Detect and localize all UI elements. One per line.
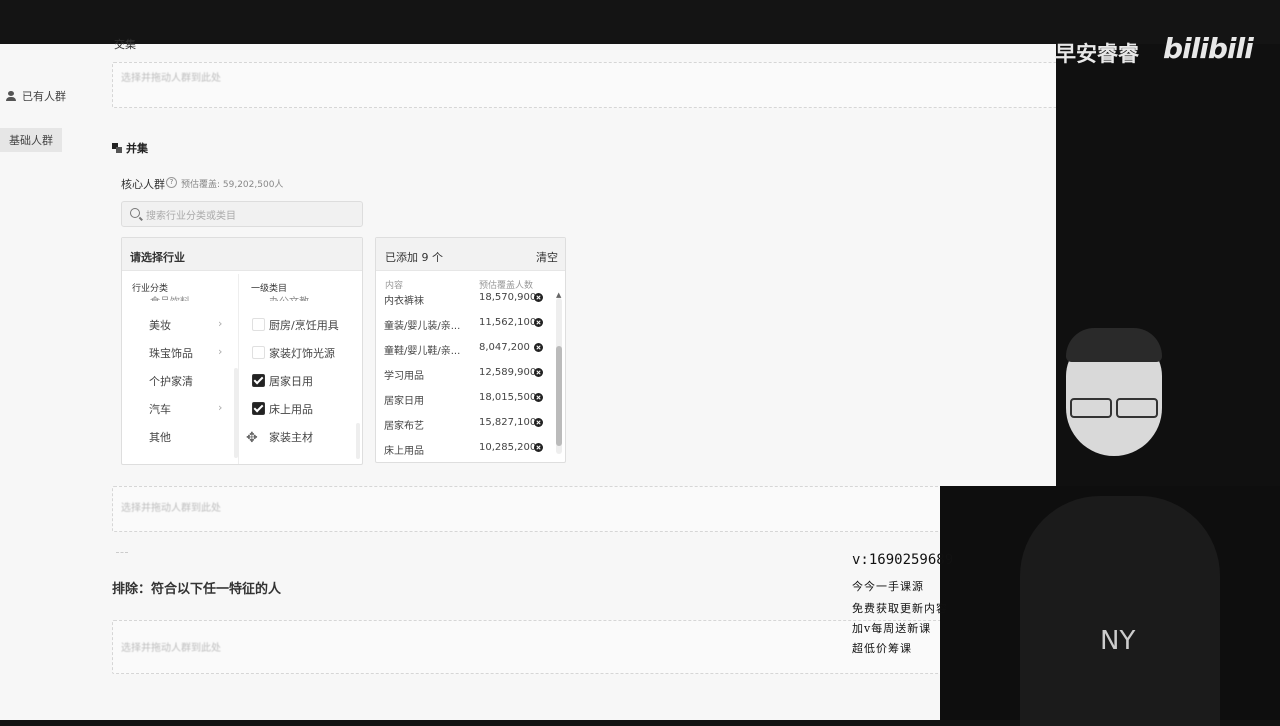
- sidebar-item-label: 已有人群: [22, 90, 66, 103]
- industry-item[interactable]: 美妆: [149, 317, 171, 333]
- selected-row: 居家日用 18,015,500: [384, 392, 546, 407]
- category-item[interactable]: 居家日用: [269, 373, 313, 389]
- selected-header: 已添加 9 个 清空: [376, 238, 565, 271]
- selected-coverage: 15,827,100: [479, 417, 537, 428]
- industry-item[interactable]: 其他: [149, 429, 171, 445]
- selected-count: 已添加 9 个: [385, 251, 443, 264]
- category-item[interactable]: 家装灯饰光源: [269, 345, 335, 361]
- person-icon: [6, 91, 16, 101]
- presenter-overlay: NY: [940, 486, 1280, 726]
- category-checkbox[interactable]: [252, 346, 265, 359]
- clear-all-button[interactable]: 清空: [536, 249, 558, 265]
- union-drop-zone[interactable]: 选择并拖动人群到此处: [112, 486, 942, 532]
- selected-name: 童装/婴儿装/亲...: [384, 321, 461, 332]
- promo-contact: v:1690259689: [852, 552, 954, 568]
- scrollbar-thumb[interactable]: [556, 346, 562, 446]
- industry-scrollbar[interactable]: [234, 368, 238, 458]
- remove-icon[interactable]: [534, 293, 543, 302]
- selected-name: 居家布艺: [384, 421, 424, 432]
- selected-name: 内衣裤袜: [384, 296, 424, 307]
- sidebar-item-existing-audience[interactable]: 已有人群: [6, 88, 66, 104]
- lower-section: 选择并拖动人群到此处 排除：符合以下任一特征的人 选择并拖动人群到此处: [0, 486, 942, 720]
- category-search-input[interactable]: 搜索行业分类或类目: [121, 201, 363, 227]
- industry-item[interactable]: 汽车: [149, 401, 171, 417]
- selected-row: 童装/婴儿装/亲... 11,562,100: [384, 317, 546, 332]
- scroll-up-icon[interactable]: ▲: [556, 291, 561, 299]
- promo-line: 今今一手课源: [852, 580, 924, 593]
- exclude-drop-zone[interactable]: 选择并拖动人群到此处: [112, 620, 942, 674]
- remove-icon[interactable]: [534, 318, 543, 327]
- union-header: 并集: [112, 140, 148, 156]
- remove-icon[interactable]: [534, 443, 543, 452]
- channel-name: 早安睿睿: [1055, 42, 1139, 66]
- selected-name: 童鞋/婴儿鞋/亲...: [384, 346, 461, 357]
- remove-icon[interactable]: [534, 393, 543, 402]
- promo-line: 加v每周送新课: [852, 622, 932, 635]
- union-icon: [112, 143, 122, 153]
- selected-coverage: 18,570,900: [479, 292, 537, 303]
- selected-coverage: 10,285,200: [479, 442, 537, 453]
- logo-on-shirt: NY: [1100, 626, 1136, 656]
- industry-selector-header: 请选择行业: [122, 238, 362, 271]
- union-title: 并集: [126, 142, 148, 155]
- move-cursor-icon: ✥: [246, 430, 258, 446]
- search-placeholder: 搜索行业分类或类目: [146, 211, 236, 222]
- remove-icon[interactable]: [534, 368, 543, 377]
- remove-icon[interactable]: [534, 343, 543, 352]
- sidebar-item-basic-audience[interactable]: 基础人群: [0, 128, 62, 152]
- category-item[interactable]: 家装主材: [269, 429, 313, 445]
- selected-row: 内衣裤袜 18,570,900: [384, 292, 546, 307]
- industry-item[interactable]: 珠宝饰品: [149, 345, 193, 361]
- content-column-header: 内容: [385, 281, 404, 291]
- remove-icon[interactable]: [534, 418, 543, 427]
- selected-coverage: 12,589,900: [479, 367, 537, 378]
- industry-selector: 请选择行业 行业分类 一级类目 食品饮料 美妆 › 珠宝饰品 › 个护家清 汽车…: [121, 237, 363, 465]
- industry-item[interactable]: 食品饮料: [150, 293, 190, 301]
- category-checkbox-checked[interactable]: [252, 402, 265, 415]
- bilibili-logo: bilibili: [1163, 32, 1254, 65]
- selected-row: 学习用品 12,589,900: [384, 367, 546, 382]
- selected-row: 居家布艺 15,827,100: [384, 417, 546, 432]
- search-icon: [130, 208, 140, 218]
- coverage-estimate: 预估覆盖: 59,202,500人: [181, 180, 284, 190]
- drop-placeholder: 选择并拖动人群到此处: [121, 73, 221, 84]
- sidebar-item-label: 基础人群: [9, 134, 53, 147]
- info-icon[interactable]: ?: [166, 177, 177, 188]
- intersection-drop-zone[interactable]: 选择并拖动人群到此处: [112, 62, 1058, 108]
- drop-placeholder: 选择并拖动人群到此处: [121, 503, 221, 514]
- selected-name: 学习用品: [384, 371, 424, 382]
- intersection-title: 交集: [114, 38, 136, 51]
- promo-line: 免费获取更新内容: [852, 602, 948, 615]
- category-checkbox-checked[interactable]: [252, 374, 265, 387]
- exclude-title: 排除：符合以下任一特征的人: [112, 582, 282, 597]
- selected-name: 床上用品: [384, 446, 424, 457]
- core-audience-label: 核心人群: [121, 178, 165, 191]
- selected-row: 童鞋/婴儿鞋/亲... 8,047,200: [384, 342, 546, 357]
- industry-selector-title: 请选择行业: [130, 251, 185, 264]
- chevron-right-icon: ›: [218, 401, 223, 414]
- industry-item[interactable]: 个护家清: [149, 373, 193, 389]
- selected-coverage: 8,047,200: [479, 342, 530, 353]
- selected-categories-panel: 已添加 9 个 清空 内容 预估覆盖人数 内衣裤袜 18,570,900 童装/…: [375, 237, 566, 463]
- chevron-right-icon: ›: [218, 317, 223, 330]
- selected-name: 居家日用: [384, 396, 424, 407]
- selected-coverage: 18,015,500: [479, 392, 537, 403]
- coverage-column-header: 预估覆盖人数: [479, 281, 534, 291]
- category-checkbox[interactable]: [252, 318, 265, 331]
- promo-line: 超低价筹课: [852, 642, 912, 655]
- chevron-right-icon: ›: [218, 345, 223, 358]
- category-scrollbar[interactable]: [356, 423, 360, 459]
- selected-row: 床上用品 10,285,200: [384, 442, 546, 457]
- presenter-face: [1066, 328, 1162, 456]
- category-item[interactable]: 厨房/烹饪用具: [269, 317, 339, 333]
- drop-placeholder: 选择并拖动人群到此处: [121, 643, 221, 654]
- category-item[interactable]: 床上用品: [269, 401, 313, 417]
- category-item[interactable]: 办公文教: [269, 293, 309, 301]
- presenter-body: [1020, 496, 1220, 726]
- selected-scrollbar[interactable]: [556, 298, 562, 454]
- selected-coverage: 11,562,100: [479, 317, 537, 328]
